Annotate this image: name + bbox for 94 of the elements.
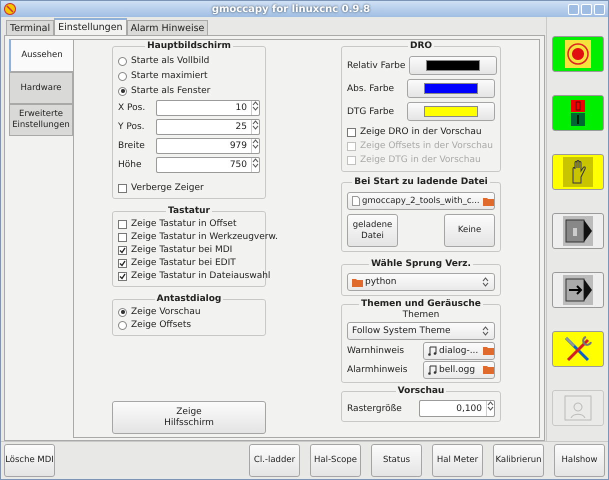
group-title: Wähle Sprung Verz. — [369, 259, 473, 270]
radio-label: Starte maximiert — [131, 71, 208, 81]
file-icon — [352, 196, 360, 206]
spin-field[interactable]: 25 — [156, 119, 260, 135]
folder-icon — [483, 196, 494, 206]
radio-button[interactable] — [118, 56, 127, 66]
checkbox-label: Zeige Tastatur in Werkzeugverw. — [131, 232, 278, 242]
sound-file-chooser[interactable]: dialog-... — [423, 342, 495, 360]
field-label: Breite — [118, 141, 146, 151]
field-label: X Pos. — [118, 103, 146, 113]
radio-label: Zeige Offsets — [131, 320, 192, 330]
side-button[interactable] — [552, 272, 604, 308]
hand-icon — [562, 157, 593, 187]
checkbox-label: Zeige Tastatur bei EDIT — [131, 258, 236, 268]
spin-field[interactable]: 0,100 — [419, 400, 495, 417]
theme-dropdown[interactable]: Follow System Theme — [347, 322, 495, 340]
field-label: Rastergröße — [347, 404, 403, 414]
arrow-right-icon — [562, 275, 593, 305]
color-button[interactable] — [407, 102, 495, 121]
field-label: Alarmhinweis — [347, 364, 408, 374]
spin-arrows-icon — [252, 139, 259, 149]
toolbar-button[interactable]: Hal-Scope — [310, 444, 361, 477]
dropdown-arrows-icon — [482, 277, 490, 287]
emergency-stop-icon — [564, 40, 591, 68]
field-label: Y Pos. — [118, 122, 146, 132]
sound-file-chooser[interactable]: bell.ogg — [423, 360, 495, 378]
music-note-icon — [428, 346, 437, 356]
power-switch-icon — [570, 100, 585, 126]
file-button[interactable]: Keine — [444, 214, 495, 247]
side-tab[interactable]: Erweiterte Einstellungen — [9, 104, 73, 136]
toolbar-button[interactable]: Kalibrierun — [493, 444, 544, 477]
checkbox-label: Zeige Tastatur in Dateiauswahl — [131, 271, 270, 281]
help-screen-button[interactable]: Zeige Hilfsschirm — [112, 401, 266, 434]
side-tab[interactable]: Hardware — [9, 72, 73, 104]
spin-field[interactable]: 750 — [156, 157, 260, 173]
group-title: Hauptbildschirm — [145, 41, 233, 52]
folder-icon — [483, 346, 494, 355]
toolbar-button[interactable]: Cl.-ladder — [249, 444, 300, 477]
color-label: Abs. Farbe — [347, 84, 394, 94]
spin-arrows-icon — [252, 158, 259, 168]
radio-button[interactable] — [118, 308, 127, 316]
side-button[interactable] — [552, 95, 604, 131]
radio-label: Starte als Fenster — [131, 86, 210, 96]
tab[interactable]: Einstellungen — [54, 18, 127, 35]
user-settings-icon — [562, 394, 593, 422]
radio-button[interactable] — [118, 72, 127, 80]
side-button[interactable] — [552, 213, 604, 249]
group-title: Antastdialog — [154, 294, 224, 305]
field-label: Themen — [402, 310, 440, 320]
window-title: gmoccapy for linuxcnc 0.9.8 — [210, 4, 372, 14]
radio-label: Starte als Vollbild — [131, 56, 210, 66]
music-note-icon — [428, 364, 437, 374]
checkbox-label: Zeige Tastatur in Offset — [131, 219, 236, 229]
checkbox[interactable] — [118, 246, 127, 254]
checkbox-label: Verberge Zeiger — [131, 183, 204, 193]
spin-arrows-icon — [487, 401, 494, 411]
checkbox[interactable] — [347, 128, 356, 136]
color-label: Relativ Farbe — [347, 60, 406, 70]
folder-icon — [483, 365, 494, 374]
checkbox-label: Zeige Tastatur bei MDI — [131, 245, 232, 255]
radio-button[interactable] — [118, 86, 127, 96]
side-button[interactable] — [552, 154, 604, 190]
app-icon — [4, 3, 16, 15]
checkbox[interactable] — [118, 272, 127, 280]
checkbox[interactable] — [118, 184, 127, 192]
checkbox-label: Zeige DTG in der Vorschau — [360, 155, 481, 165]
checkbox-label: Zeige Offsets in der Vorschau — [360, 141, 494, 151]
dropdown-arrows-icon — [482, 326, 490, 336]
color-label: DTG Farbe — [347, 106, 394, 116]
file-chooser[interactable]: gmoccapy_2_tools_with_c... — [347, 192, 495, 210]
spin-arrows-icon — [252, 101, 259, 111]
toolbar-button[interactable]: Halshow — [554, 444, 605, 477]
folder-icon — [352, 278, 363, 286]
file-button[interactable]: geladene Datei — [347, 214, 398, 247]
color-button[interactable] — [407, 79, 495, 98]
side-tab[interactable]: Aussehen — [9, 39, 73, 72]
checkbox[interactable] — [118, 258, 127, 268]
field-label: Warnhinweis — [347, 346, 406, 356]
spin-arrows-icon — [252, 120, 259, 130]
spin-field[interactable]: 979 — [156, 138, 260, 154]
radio-label: Zeige Vorschau — [131, 307, 201, 317]
checkbox[interactable] — [118, 220, 127, 228]
toolbar-button[interactable]: Hal Meter — [432, 444, 483, 477]
checkbox-label: Zeige DRO in der Vorschau — [360, 127, 482, 137]
checkbox[interactable] — [118, 232, 127, 242]
radio-button[interactable] — [118, 320, 127, 330]
tab[interactable]: Alarm Hinweise — [126, 20, 208, 35]
color-button[interactable] — [409, 56, 498, 75]
tab[interactable]: Terminal — [6, 20, 54, 35]
folder-dropdown[interactable]: python — [347, 273, 495, 291]
toolbar-button[interactable]: Status — [371, 444, 422, 477]
toolbar-button[interactable]: Lösche MDI — [4, 444, 55, 477]
field-label: Höhe — [118, 160, 143, 170]
spin-field[interactable]: 10 — [156, 100, 260, 116]
